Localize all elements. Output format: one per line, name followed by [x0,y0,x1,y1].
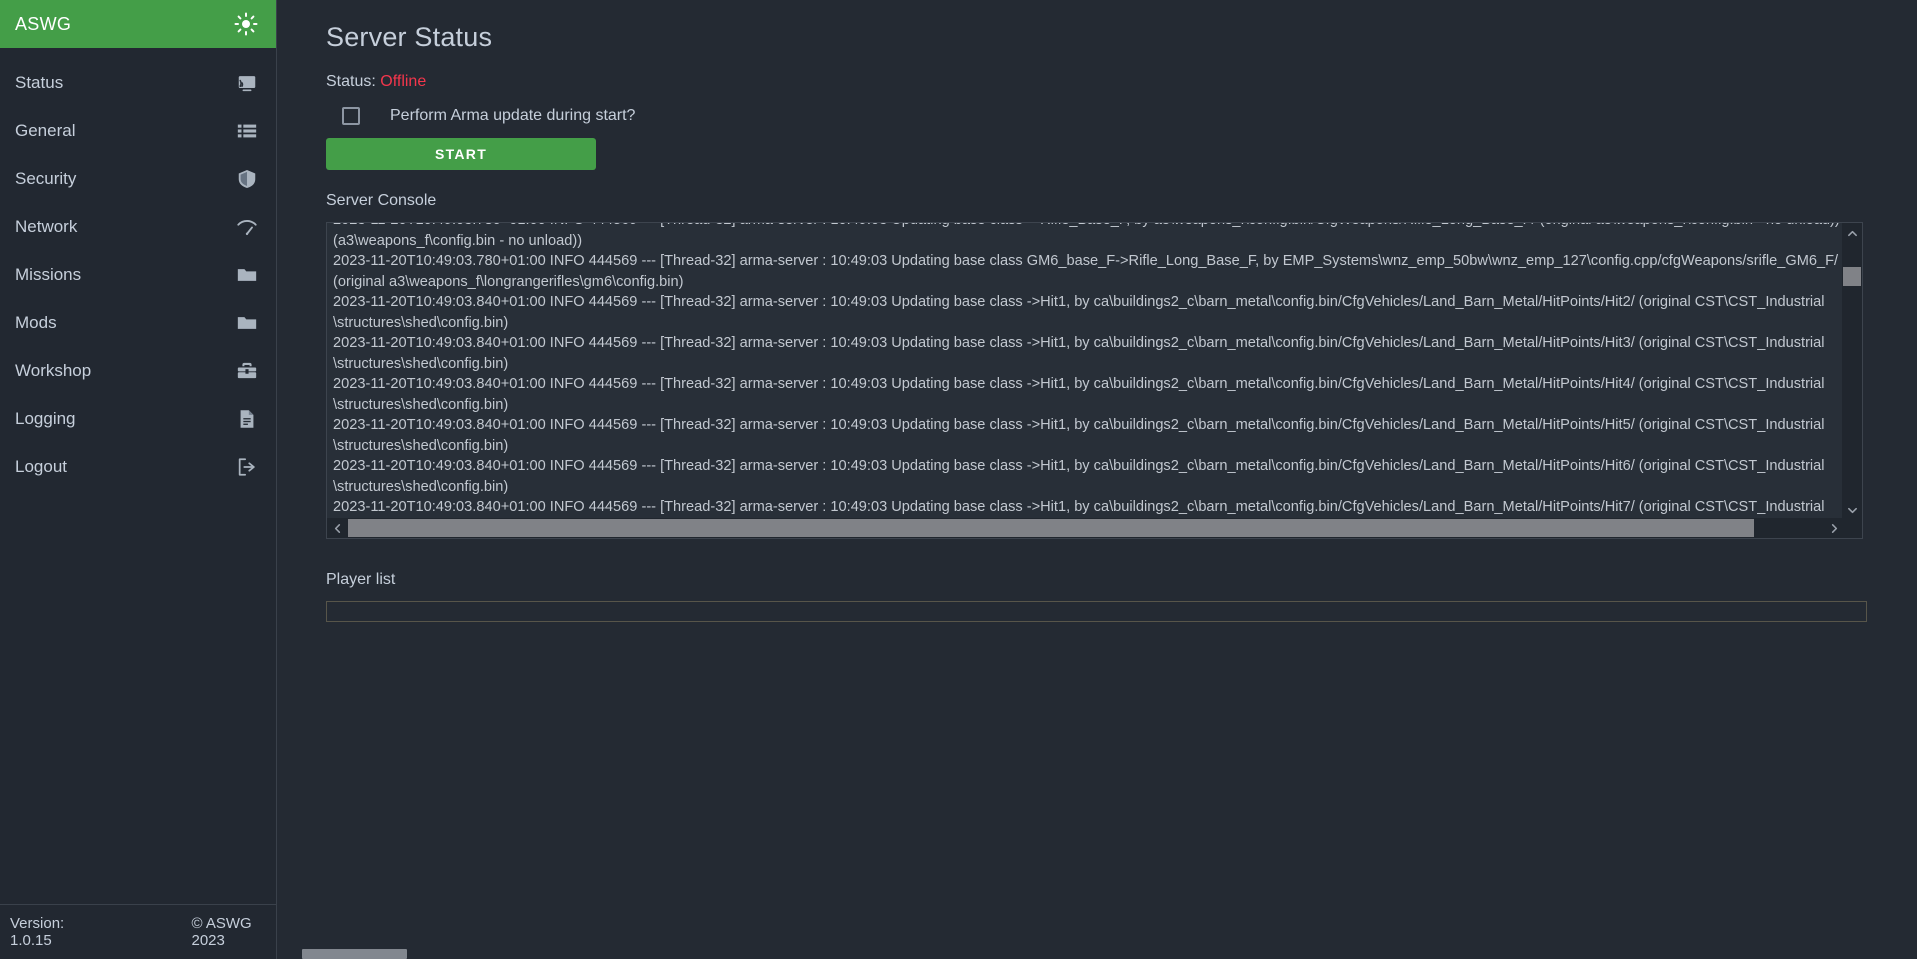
server-console-label: Server Console [326,192,437,209]
copyright-label: © ASWG 2023 [191,915,252,949]
console-log-line: \structures\shed\config.bin) [333,355,509,372]
document-icon [236,408,258,430]
console-log-line: 2023-11-20T10:49:03.840+01:00 INFO 44456… [333,335,1825,351]
sidebar-item-label: Network [15,217,78,236]
sidebar-item-label: Logging [15,409,76,428]
console-log-line: 2023-11-20T10:49:03.840+01:00 INFO 44456… [333,376,1825,392]
console-log-line: \structures\shed\config.bin) [333,396,509,413]
console-log-line: 2023-11-20T10:49:03.780+01:00 INFO 44456… [333,223,1844,231]
scroll-down-icon[interactable] [1842,500,1862,520]
console-log-line: 2023-11-20T10:49:03.840+01:00 INFO 44456… [333,499,1825,515]
console-log-line: 2023-11-20T10:49:03.840+01:00 INFO 44456… [333,417,1825,433]
console-log-line: (original a3\weapons_f\longrangerifles\g… [333,273,684,290]
sidebar-item-mods[interactable]: Mods [0,299,276,347]
folder-icon [236,312,258,334]
main-content: Server Status Status: Offline Perform Ar… [277,0,1917,959]
sun-icon[interactable] [234,12,258,36]
sidebar-nav: Status General Security Network Missions… [0,59,276,491]
sidebar-item-label: Logout [15,457,67,476]
console-horizontal-scrollbar[interactable] [327,518,1862,538]
sidebar-item-missions[interactable]: Missions [0,251,276,299]
shield-icon [236,168,258,190]
sidebar-item-label: Workshop [15,361,92,380]
app-root: ASWG Status General Security Network Mis… [0,0,1917,959]
scroll-up-icon[interactable] [1842,223,1862,243]
server-console[interactable]: 2023-11-20T10:49:03.780+01:00 INFO 44456… [326,222,1863,539]
sidebar-item-workshop[interactable]: Workshop [0,347,276,395]
page-horizontal-scroll-thumb[interactable] [302,949,407,959]
status-label: Status: [326,73,376,90]
console-horizontal-scroll-thumb[interactable] [348,519,1754,537]
toolbox-icon [236,360,258,382]
sidebar-item-logout[interactable]: Logout [0,443,276,491]
start-button[interactable]: START [326,138,596,170]
player-list-box[interactable] [326,601,1867,622]
list-icon [236,120,258,142]
arma-update-checkbox[interactable] [342,107,360,125]
console-log-line: 2023-11-20T10:49:03.780+01:00 INFO 44456… [333,253,1839,269]
sidebar-item-network[interactable]: Network [0,203,276,251]
console-vertical-scroll-thumb[interactable] [1843,267,1861,286]
scroll-left-icon[interactable] [327,518,347,538]
console-log-line: 2023-11-20T10:49:03.840+01:00 INFO 44456… [333,458,1825,474]
server-status-line: Status: Offline [326,73,1917,91]
sidebar-item-label: Missions [15,265,82,284]
sidebar-item-security[interactable]: Security [0,155,276,203]
sidebar: ASWG Status General Security Network Mis… [0,0,277,959]
sidebar-item-logging[interactable]: Logging [0,395,276,443]
sidebar-item-label: General [15,121,76,140]
page-title: Server Status [326,22,493,52]
app-brand: ASWG [15,13,72,34]
console-vertical-scrollbar[interactable] [1842,223,1862,520]
console-log-line: 2023-11-20T10:49:03.840+01:00 INFO 44456… [333,294,1825,310]
version-label: Version: 1.0.15 [10,915,65,949]
console-log-line: \structures\shed\config.bin) [333,478,509,495]
sidebar-item-label: Status [15,73,64,92]
console-log-line: \structures\shed\config.bin) [333,314,509,331]
server-console-lines: 2023-11-20T10:49:03.780+01:00 INFO 44456… [333,223,1844,520]
network-speed-icon [236,216,258,238]
status-badge: Offline [380,73,427,90]
arma-update-checkbox-label: Perform Arma update during start? [390,107,636,124]
sidebar-item-label: Mods [15,313,57,332]
server-console-viewport[interactable]: 2023-11-20T10:49:03.780+01:00 INFO 44456… [327,223,1844,520]
sidebar-item-status[interactable]: Status [0,59,276,107]
page-horizontal-scrollbar[interactable] [0,946,1917,959]
sidebar-item-general[interactable]: General [0,107,276,155]
console-log-line: \structures\shed\config.bin) [333,437,509,454]
sidebar-header: ASWG [0,0,276,48]
folder-icon [236,264,258,286]
sidebar-item-label: Security [15,169,77,188]
logout-icon [236,456,258,478]
arma-update-checkbox-row: Perform Arma update during start? [342,107,1917,125]
player-list-label: Player list [326,571,396,588]
console-log-line: (a3\weapons_f\config.bin - no unload)) [333,232,583,249]
cast-screen-icon [236,72,258,94]
scroll-right-icon[interactable] [1824,518,1844,538]
